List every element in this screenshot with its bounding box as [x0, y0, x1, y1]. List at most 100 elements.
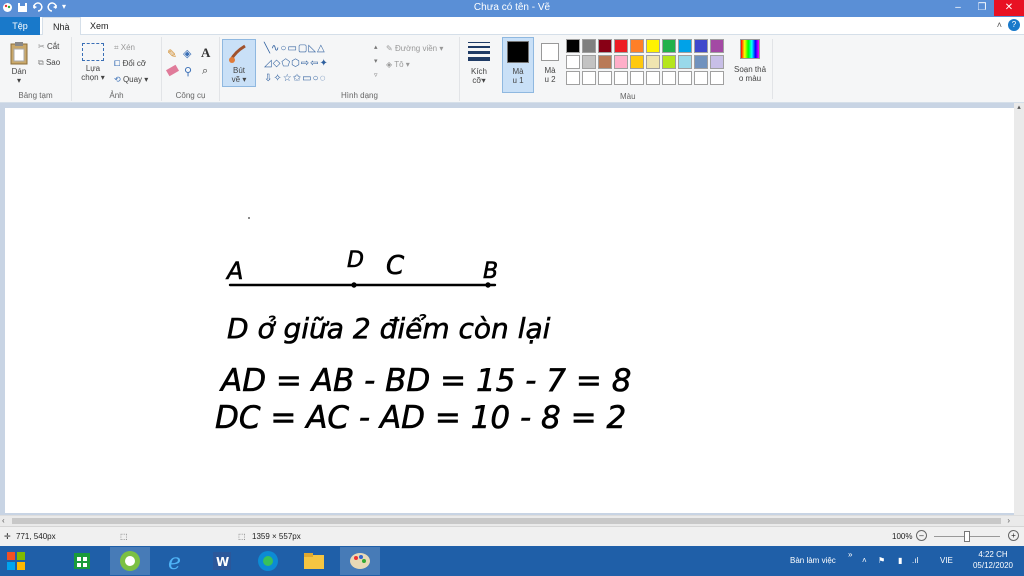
palette-swatch[interactable] [566, 39, 580, 53]
battery-icon[interactable]: ▮ [898, 556, 902, 576]
palette-swatch[interactable] [710, 39, 724, 53]
palette-swatch[interactable] [662, 39, 676, 53]
taskbar-store[interactable] [62, 547, 102, 575]
zoom-level: 100% [892, 532, 913, 541]
copy-button[interactable]: ⧉ Sao [38, 58, 60, 68]
fill-button[interactable]: ◈ Tô ▾ [386, 60, 410, 69]
vertical-scrollbar[interactable]: ▴ [1014, 103, 1024, 515]
palette-swatch[interactable] [630, 55, 644, 69]
palette-swatch-empty[interactable] [678, 71, 692, 85]
help-icon[interactable]: ? [1008, 19, 1020, 31]
taskbar-coccoc[interactable] [110, 547, 150, 575]
resize-button[interactable]: ⧠ Đổi cỡ [114, 59, 146, 69]
title-bar: ▾ Chưa có tên - Vẽ – ❐ ✕ [0, 0, 1024, 17]
taskbar-file-explorer[interactable] [294, 547, 334, 575]
close-button[interactable]: ✕ [994, 0, 1024, 16]
scroll-up-arrow[interactable]: ▴ [1014, 103, 1024, 111]
cut-button[interactable]: ✂ Cắt [38, 42, 59, 51]
signal-icon[interactable]: .ıl [912, 556, 918, 576]
shapes-gallery[interactable]: ╲∿○▭▢◺△ ◿◇⬠⬡⇨⇦✦ ⇩✧☆✩▭○◌ [264, 41, 374, 85]
svg-text:e: e [168, 550, 181, 575]
tab-view[interactable]: Xem [80, 17, 119, 35]
language-indicator[interactable]: VIE [940, 556, 953, 576]
size-button[interactable]: Kích cỡ▾ [464, 39, 494, 95]
color-picker-icon[interactable]: ⚲ [184, 65, 192, 78]
toolbar-expand-icon[interactable]: » [848, 550, 852, 576]
pencil-icon[interactable]: ✎ [167, 47, 177, 61]
zoom-slider-thumb[interactable] [964, 531, 970, 542]
crop-button[interactable]: ⌗ Xén [114, 43, 135, 53]
text-tool-icon[interactable]: A [201, 45, 210, 61]
magnifier-icon[interactable]: ⌕ [202, 65, 208, 78]
group-label-clipboard: Bảng tạm [18, 91, 53, 100]
rotate-button[interactable]: ⟲ Quay ▾ [114, 75, 148, 84]
palette-swatch[interactable] [566, 55, 580, 69]
palette-swatch-empty[interactable] [582, 71, 596, 85]
label-point-d: D [347, 248, 364, 273]
palette-swatch[interactable] [662, 55, 676, 69]
taskbar-word[interactable]: W [202, 547, 242, 575]
palette-swatch-empty[interactable] [646, 71, 660, 85]
horizontal-scroll-thumb[interactable] [12, 518, 1001, 524]
palette-swatch[interactable] [678, 55, 692, 69]
taskbar-edge[interactable] [248, 547, 288, 575]
palette-swatch[interactable] [598, 39, 612, 53]
palette-swatch-empty[interactable] [630, 71, 644, 85]
zoom-out-button[interactable]: – [916, 530, 927, 541]
color2-button[interactable]: Mà u 2 [536, 37, 564, 93]
scroll-right-arrow[interactable]: › [1007, 516, 1010, 525]
palette-swatch[interactable] [614, 39, 628, 53]
palette-swatch-empty[interactable] [566, 71, 580, 85]
desktop-toolbar-label[interactable]: Bàn làm việc [790, 556, 836, 576]
copy-icon: ⧉ [38, 58, 44, 67]
palette-swatch[interactable] [646, 39, 660, 53]
edit-colors-button[interactable]: Soạn thả o màu [732, 39, 768, 89]
tab-file[interactable]: Tệp [0, 17, 40, 35]
palette-swatch-empty[interactable] [662, 71, 676, 85]
coccoc-icon [120, 551, 140, 571]
palette-swatch-empty[interactable] [614, 71, 628, 85]
select-button[interactable]: Lựa chọn ▾ [80, 43, 106, 82]
clock[interactable]: 4:22 CH 05/12/2020 [968, 550, 1018, 576]
palette-swatch[interactable] [614, 55, 628, 69]
zoom-in-button[interactable]: + [1008, 530, 1019, 541]
palette-swatch[interactable] [630, 39, 644, 53]
tab-home[interactable]: Nhà [42, 17, 81, 35]
paste-button[interactable]: Dán ▾ [6, 41, 32, 85]
drawing-canvas[interactable]: A D C B D ở giữa 2 điểm còn lại AD = AB … [5, 108, 1014, 513]
shapes-scroll[interactable]: ▴ ▾ ▿ [374, 41, 382, 85]
start-button[interactable] [0, 547, 40, 575]
canvas-line-3: DC = AC - AD = 10 - 8 = 2 [215, 400, 626, 436]
palette-swatch-empty[interactable] [598, 71, 612, 85]
show-hidden-icons[interactable]: ˄ [862, 556, 867, 576]
palette-swatch[interactable] [582, 39, 596, 53]
color2-swatch [541, 43, 559, 61]
collapse-ribbon-icon[interactable]: ˄ [997, 20, 1002, 30]
selection-size-icon: ⬚ [120, 532, 128, 541]
outline-button[interactable]: ✎ Đường viền ▾ [386, 44, 443, 53]
palette-swatch[interactable] [646, 55, 660, 69]
palette-swatch[interactable] [694, 39, 708, 53]
canvas-line-1: D ở giữa 2 điểm còn lại [227, 312, 551, 345]
palette-swatch[interactable] [582, 55, 596, 69]
clock-time: 4:22 CH [978, 550, 1008, 559]
group-label-colors: Màu [620, 92, 636, 101]
color1-button[interactable]: Mà u 1 [502, 37, 534, 93]
brushes-button[interactable]: Bút vẽ ▾ [222, 39, 256, 87]
horizontal-scrollbar[interactable]: ‹ › [0, 515, 1024, 526]
taskbar-paint[interactable] [340, 547, 380, 575]
taskbar-ie[interactable]: e [156, 547, 196, 575]
maximize-button[interactable]: ❐ [970, 0, 994, 16]
flag-icon[interactable]: ⚑ [878, 556, 885, 576]
palette-swatch[interactable] [678, 39, 692, 53]
palette-swatch-empty[interactable] [694, 71, 708, 85]
eraser-icon[interactable] [165, 64, 180, 77]
palette-swatch[interactable] [710, 55, 724, 69]
fill-bucket-icon[interactable]: ◈ [183, 47, 191, 60]
minimize-button[interactable]: – [946, 0, 970, 16]
word-icon: W [213, 552, 231, 570]
palette-swatch[interactable] [598, 55, 612, 69]
scroll-left-arrow[interactable]: ‹ [2, 516, 5, 525]
palette-swatch[interactable] [694, 55, 708, 69]
palette-swatch-empty[interactable] [710, 71, 724, 85]
